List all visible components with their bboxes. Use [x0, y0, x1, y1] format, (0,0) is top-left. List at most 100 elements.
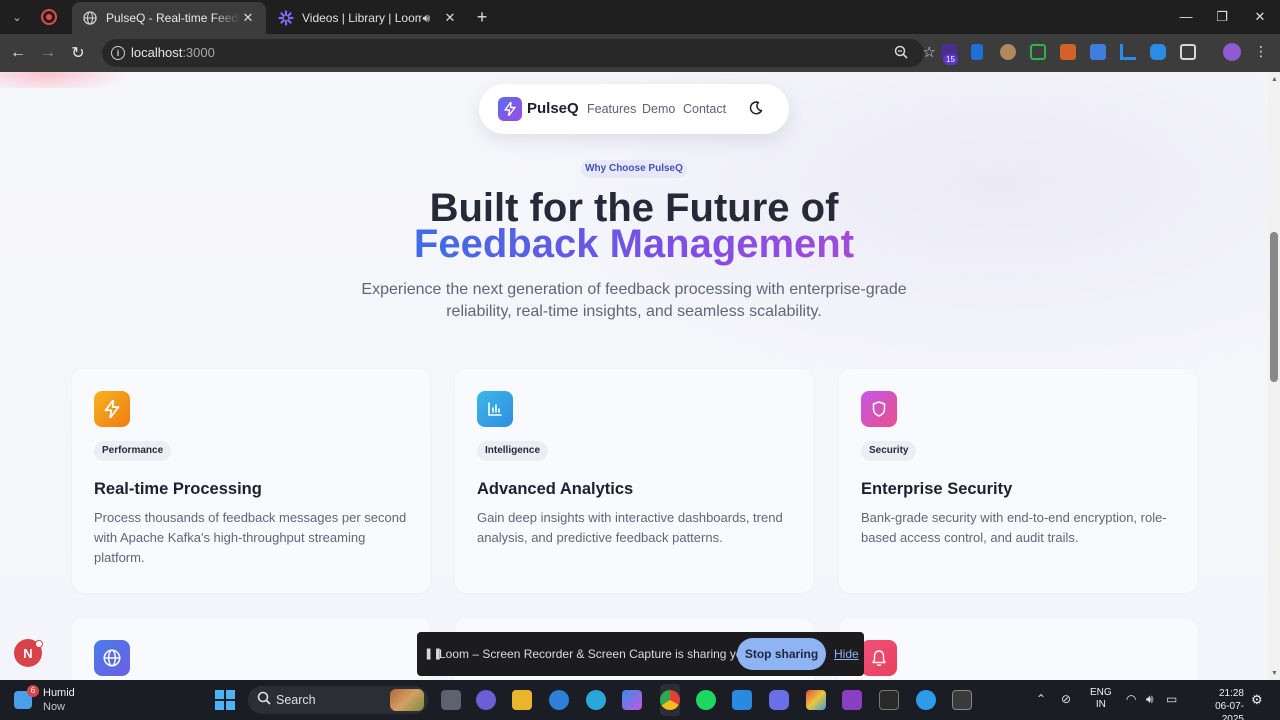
stop-sharing-button[interactable]: Stop sharing [737, 638, 826, 670]
vscode-icon[interactable] [732, 690, 752, 710]
hero-subtitle-line2: reliability, real-time insights, and sea… [446, 303, 822, 320]
discord-icon[interactable] [769, 690, 789, 710]
loom-favicon-icon [278, 10, 294, 26]
browser-tab-strip: ⌄ PulseQ - Real-time Feedback Pl ✕ Video… [0, 0, 1280, 34]
taskbar-search[interactable]: Search [248, 686, 428, 714]
scroll-down-arrow-icon[interactable]: ▼ [1271, 670, 1278, 677]
close-tab-icon[interactable]: ✕ [240, 10, 256, 26]
feature-card-performance: Performance Real-time Processing Process… [72, 369, 430, 593]
extension-icon[interactable] [1030, 44, 1046, 60]
teams-icon[interactable] [476, 690, 496, 710]
extensions-puzzle-icon[interactable] [1180, 44, 1196, 60]
feature-card-intelligence: Intelligence Advanced Analytics Gain dee… [455, 369, 813, 593]
notification-gear-icon[interactable]: ⚙ [1251, 692, 1263, 708]
firefox-dev-icon[interactable] [549, 690, 569, 710]
onenote-icon[interactable] [842, 690, 862, 710]
extension-icon[interactable] [1120, 44, 1136, 60]
extension-icon[interactable] [1000, 44, 1016, 60]
shield-icon [861, 391, 897, 427]
profile-avatar[interactable] [1223, 43, 1241, 61]
nav-link-features[interactable]: Features [587, 102, 636, 116]
brand-name[interactable]: PulseQ [527, 100, 579, 117]
clock-date: 06-07-2025 [1215, 701, 1244, 720]
extension-icon[interactable] [1150, 44, 1166, 60]
close-window-icon[interactable]: ✕ [1250, 7, 1270, 27]
weather-subtitle[interactable]: Now [43, 701, 65, 713]
spotify-icon[interactable] [696, 690, 716, 710]
more-menu-icon[interactable]: ⋮ [1254, 43, 1268, 63]
app-icon[interactable] [806, 690, 826, 710]
extension-icon[interactable] [971, 44, 983, 60]
back-arrow-icon[interactable]: ← [7, 42, 29, 64]
battery-icon[interactable]: ▭ [1166, 692, 1177, 706]
region-code: IN [1095, 699, 1106, 710]
page-scrollbar[interactable]: ▲ ▼ [1268, 72, 1280, 680]
section-eyebrow-badge: Why Choose PulseQ [581, 160, 687, 178]
minimize-icon[interactable]: — [1176, 7, 1196, 27]
forward-arrow-icon[interactable]: → [37, 42, 59, 64]
hero-subtitle-line1: Experience the next generation of feedba… [361, 281, 907, 298]
language-indicator[interactable]: ENG IN [1090, 687, 1112, 711]
tab-pulseq[interactable]: PulseQ - Real-time Feedback Pl ✕ [72, 2, 266, 34]
system-clock[interactable]: 21:28 06-07-2025 [1204, 687, 1244, 720]
feature-description: Process thousands of feedback messages p… [94, 510, 407, 565]
decorative-blur [0, 72, 130, 88]
globe-icon [94, 640, 130, 676]
new-tab-plus-icon[interactable]: + [472, 7, 492, 27]
search-label: Search [276, 693, 316, 707]
reload-icon[interactable]: ↻ [67, 42, 89, 64]
nav-link-demo[interactable]: Demo [642, 102, 675, 116]
close-tab-icon[interactable]: ✕ [442, 10, 458, 26]
page-viewport: PulseQ Features Demo Contact Why Choose … [0, 72, 1268, 680]
app-icon[interactable] [879, 690, 899, 710]
hide-link[interactable]: Hide [834, 647, 859, 661]
bookmark-star-icon[interactable]: ☆ [923, 43, 936, 61]
site-navbar: PulseQ Features Demo Contact [479, 84, 789, 134]
task-view-icon[interactable] [441, 690, 461, 710]
extension-badge: 15 [943, 54, 958, 65]
logo-lightning-icon[interactable] [498, 97, 522, 121]
extension-icon[interactable] [1060, 44, 1076, 60]
chevron-up-icon[interactable]: ⌃ [1036, 692, 1046, 706]
tab-title: PulseQ - Real-time Feedback Pl [106, 11, 240, 25]
screen-share-bar: ❚❚ Loom – Screen Recorder & Screen Captu… [417, 632, 864, 676]
maximize-icon[interactable]: ❐ [1212, 7, 1232, 27]
feature-description: Bank-grade security with end-to-end encr… [861, 510, 1167, 545]
feature-card [72, 618, 430, 680]
edge-icon[interactable] [586, 690, 606, 710]
scroll-up-arrow-icon[interactable]: ▲ [1271, 76, 1278, 83]
weather-title[interactable]: Humid [43, 687, 75, 699]
feature-tag: Security [861, 441, 917, 461]
volume-icon[interactable]: 🔊︎ [1146, 692, 1154, 707]
network-off-icon[interactable]: ⊘ [1061, 692, 1071, 706]
file-explorer-icon[interactable] [512, 690, 532, 710]
search-icon [257, 691, 271, 708]
windows-start-icon[interactable] [215, 690, 235, 710]
lightning-icon [94, 391, 130, 427]
scroll-thumb[interactable] [1270, 232, 1278, 382]
extension-icon[interactable] [1090, 44, 1106, 60]
site-info-icon[interactable]: i [111, 46, 125, 60]
terminal-icon[interactable] [952, 690, 972, 710]
docker-icon[interactable] [916, 690, 936, 710]
language-code: ENG [1090, 687, 1112, 698]
wifi-icon[interactable]: ◠ [1126, 692, 1136, 706]
weather-badge: 6 [27, 685, 39, 697]
bell-icon [861, 640, 897, 676]
search-highlight-image [390, 689, 424, 711]
feature-card [839, 618, 1197, 680]
zoom-icon[interactable] [894, 45, 908, 62]
copilot-icon[interactable] [622, 690, 642, 710]
speaker-icon[interactable]: 🔊︎ [422, 11, 430, 26]
feature-description: Gain deep insights with interactive dash… [477, 510, 783, 545]
feature-title: Real-time Processing [94, 480, 262, 498]
address-text[interactable]: localhost:3000 [131, 45, 215, 60]
moon-icon[interactable] [747, 99, 765, 117]
nav-link-contact[interactable]: Contact [683, 102, 726, 116]
chrome-icon[interactable] [660, 690, 680, 710]
tab-loom[interactable]: Videos | Library | Loom 🔊︎ ✕ [268, 2, 468, 34]
feature-tag: Intelligence [477, 441, 549, 461]
clock-time: 21:28 [1218, 688, 1244, 699]
tab-search-button[interactable]: ⌄ [6, 6, 28, 28]
address-bar[interactable]: i localhost:3000 ☆ [102, 39, 936, 67]
